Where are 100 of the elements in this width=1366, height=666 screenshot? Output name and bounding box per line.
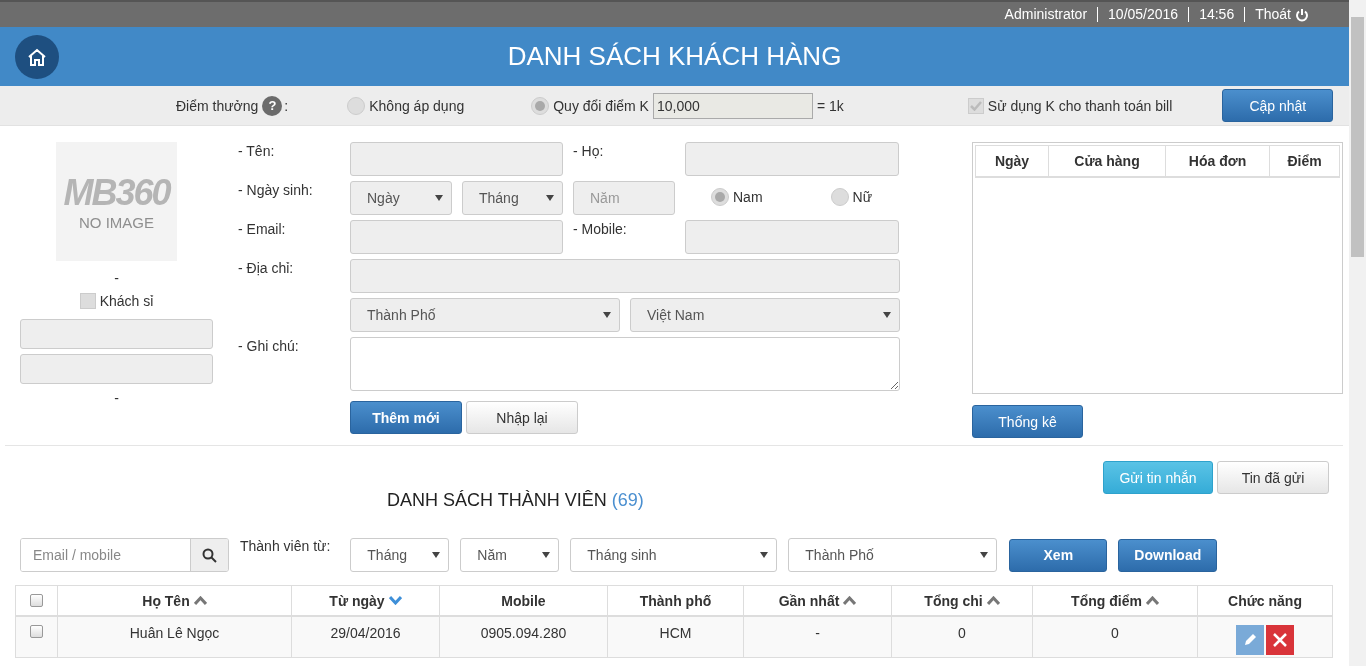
input-field[interactable] — [20, 319, 213, 349]
column-header: Chức năng — [1228, 592, 1302, 609]
caret-icon — [432, 552, 441, 558]
download-button[interactable]: Download — [1118, 538, 1218, 572]
radio-label: Quy đổi điểm K — [553, 97, 649, 114]
reset-button[interactable]: Nhập lại — [466, 401, 578, 434]
column-header[interactable]: Gần nhất — [778, 592, 857, 609]
sort-up-icon — [193, 596, 207, 605]
column-header: Thành phố — [639, 592, 712, 609]
page-title: DANH SÁCH KHÁCH HÀNG — [507, 41, 842, 72]
scrollbar[interactable] — [1349, 0, 1366, 666]
field-label: - Ghi chú: — [238, 337, 300, 354]
column-header[interactable]: Họ Tên — [142, 592, 207, 609]
input-field[interactable] — [20, 354, 213, 384]
checkbox[interactable] — [967, 97, 984, 114]
checkbox-label: Khách sỉ — [99, 293, 154, 309]
radio-label: Nam — [733, 189, 763, 205]
rate-input[interactable]: 10,000 — [652, 92, 813, 119]
add-button[interactable]: Thêm mới — [350, 401, 462, 434]
select-field[interactable]: Tháng — [350, 538, 450, 572]
radio-button[interactable] — [531, 96, 550, 115]
select-field[interactable]: Năm — [460, 538, 560, 572]
field-label: - Email: — [238, 220, 287, 237]
view-button[interactable]: Xem — [1009, 538, 1108, 572]
logout-link[interactable]: Thoát — [1244, 7, 1319, 22]
sent-messages-button[interactable]: Tin đã gửi — [1217, 461, 1329, 494]
field-label: - Tên: — [238, 142, 276, 159]
table-cell: 29/04/2016 — [330, 625, 401, 641]
table-cell: Huân Lê Ngọc — [129, 625, 220, 641]
caret-icon — [435, 195, 443, 201]
checkbox[interactable] — [79, 293, 96, 309]
table-cell: 0 — [958, 625, 966, 641]
sort-up-icon — [1145, 596, 1159, 605]
caret-icon — [542, 552, 551, 558]
section-title: DANH SÁCH THÀNH VIÊN (69) — [387, 490, 644, 510]
caret-icon — [883, 312, 891, 318]
delete-button[interactable] — [1266, 625, 1294, 655]
select-field[interactable]: Thành Phố — [350, 298, 620, 332]
column-header: Mobile — [501, 592, 546, 609]
sort-up-icon — [986, 596, 1000, 605]
table-cell: 0905.094.280 — [480, 625, 567, 641]
caret-icon — [603, 312, 611, 318]
caret-icon — [760, 552, 769, 558]
sort-down-icon — [388, 596, 402, 605]
first-name-field[interactable] — [350, 142, 563, 176]
edit-button[interactable] — [1236, 625, 1264, 655]
search-field[interactable]: Email / mobile — [20, 538, 229, 572]
select-field[interactable]: Tháng — [462, 181, 563, 215]
bonus-label: Điểm thưởng — [176, 97, 259, 114]
checkbox-label: Sử dụng K cho thanh toán bill — [987, 97, 1173, 114]
note-field[interactable] — [350, 337, 900, 391]
column-header: Ngày — [976, 146, 1049, 176]
logo-text: MB360 — [63, 172, 170, 214]
field-label: - Mobile: — [573, 220, 628, 237]
select-field[interactable]: Tháng sinh — [570, 538, 778, 572]
select-field[interactable]: Thành Phố — [788, 538, 998, 572]
column-header: Điểm — [1286, 152, 1323, 171]
field-label: - Địa chỉ: — [238, 259, 295, 276]
last-name-field[interactable] — [685, 142, 899, 176]
column-header: Hóa đơn — [1166, 146, 1270, 176]
rate-suffix: = 1k — [816, 97, 844, 114]
table-cell: HCM — [659, 625, 692, 641]
email-field[interactable] — [350, 220, 563, 254]
help-icon[interactable]: ? — [262, 95, 283, 116]
stats-button[interactable]: Thống kê — [972, 405, 1083, 438]
close-icon — [1272, 632, 1288, 648]
time-text: 14:56 — [1188, 7, 1245, 22]
table-cell: - — [815, 625, 820, 641]
customer-name: - — [114, 269, 119, 287]
column-header: Cửa hàng — [1049, 146, 1166, 176]
select-field[interactable]: Việt Nam — [630, 298, 900, 332]
caret-icon — [546, 195, 554, 201]
radio-button[interactable] — [347, 96, 366, 115]
select-field[interactable]: Ngày — [350, 181, 452, 215]
column-header[interactable]: Từ ngày — [329, 592, 402, 609]
search-icon — [202, 547, 217, 563]
table-cell: 0 — [1111, 625, 1119, 641]
search-button[interactable] — [190, 539, 228, 571]
power-icon — [1295, 7, 1309, 22]
home-icon — [27, 48, 47, 66]
radio-label: Nữ — [852, 189, 873, 205]
checkbox[interactable] — [30, 594, 43, 607]
home-button[interactable] — [15, 35, 59, 79]
column-header[interactable]: Tổng điểm — [1071, 592, 1159, 609]
mobile-field[interactable] — [685, 220, 899, 254]
year-field[interactable]: Năm — [573, 181, 675, 215]
radio-label: Không áp dụng — [369, 97, 465, 114]
field-label: - Ngày sinh: — [238, 181, 314, 198]
user-name: Administrator — [1003, 7, 1089, 22]
address-field[interactable] — [350, 259, 900, 293]
no-image-caption: NO IMAGE — [79, 214, 154, 231]
date-text: 10/05/2016 — [1097, 7, 1189, 22]
checkbox[interactable] — [30, 625, 43, 638]
radio-button[interactable] — [830, 188, 849, 206]
filter-label: Thành viên từ: — [240, 538, 331, 554]
update-button[interactable]: Cập nhật — [1222, 89, 1334, 122]
sort-up-icon — [843, 596, 857, 605]
customer-code: - — [114, 389, 119, 407]
column-header[interactable]: Tổng chi — [924, 592, 1000, 609]
radio-button[interactable] — [711, 188, 729, 206]
